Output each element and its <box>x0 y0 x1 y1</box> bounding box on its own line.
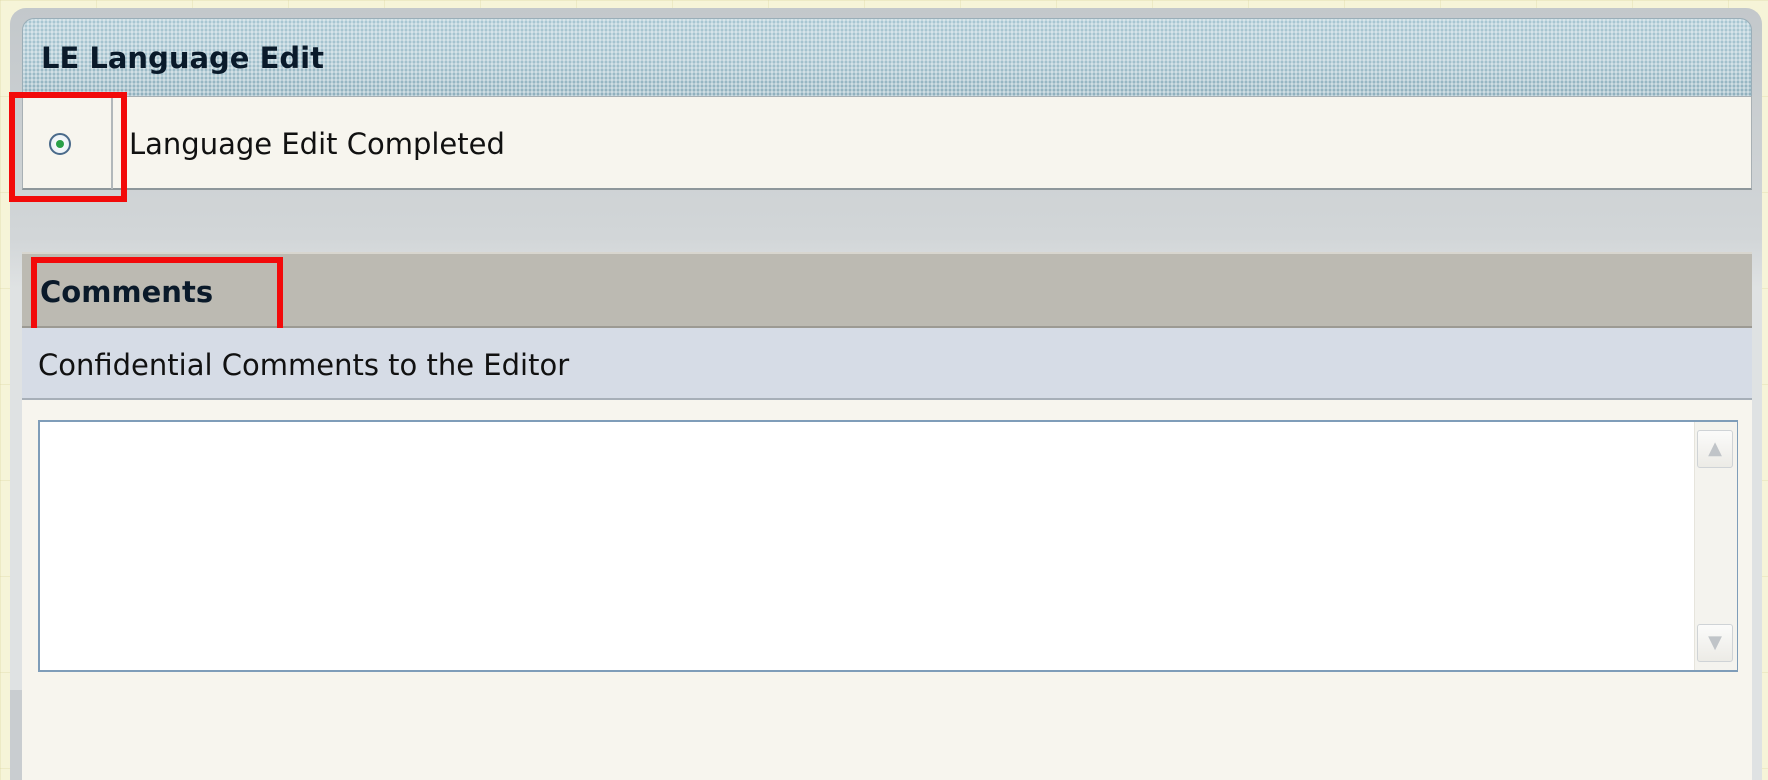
language-edit-title: LE Language Edit <box>41 41 324 75</box>
language-edit-header: LE Language Edit <box>22 18 1752 96</box>
chevron-down-icon[interactable]: ▼ <box>1697 624 1733 662</box>
textarea-scrollbar[interactable]: ▲ ▼ <box>1694 422 1737 670</box>
comments-body: ▲ ▼ <box>22 400 1752 780</box>
confidential-comments-label: Confidential Comments to the Editor <box>38 348 570 382</box>
confidential-comments-subheader: Confidential Comments to the Editor <box>22 328 1752 400</box>
radio-highlight-box <box>9 92 127 202</box>
language-edit-completed-label[interactable]: Language Edit Completed <box>129 127 505 161</box>
panel-left-edge <box>10 690 22 780</box>
language-edit-completed-row[interactable]: Language Edit Completed <box>22 96 1752 190</box>
confidential-comments-textarea[interactable] <box>38 420 1738 672</box>
comments-highlight-box <box>31 257 283 335</box>
chevron-up-icon[interactable]: ▲ <box>1697 430 1733 468</box>
